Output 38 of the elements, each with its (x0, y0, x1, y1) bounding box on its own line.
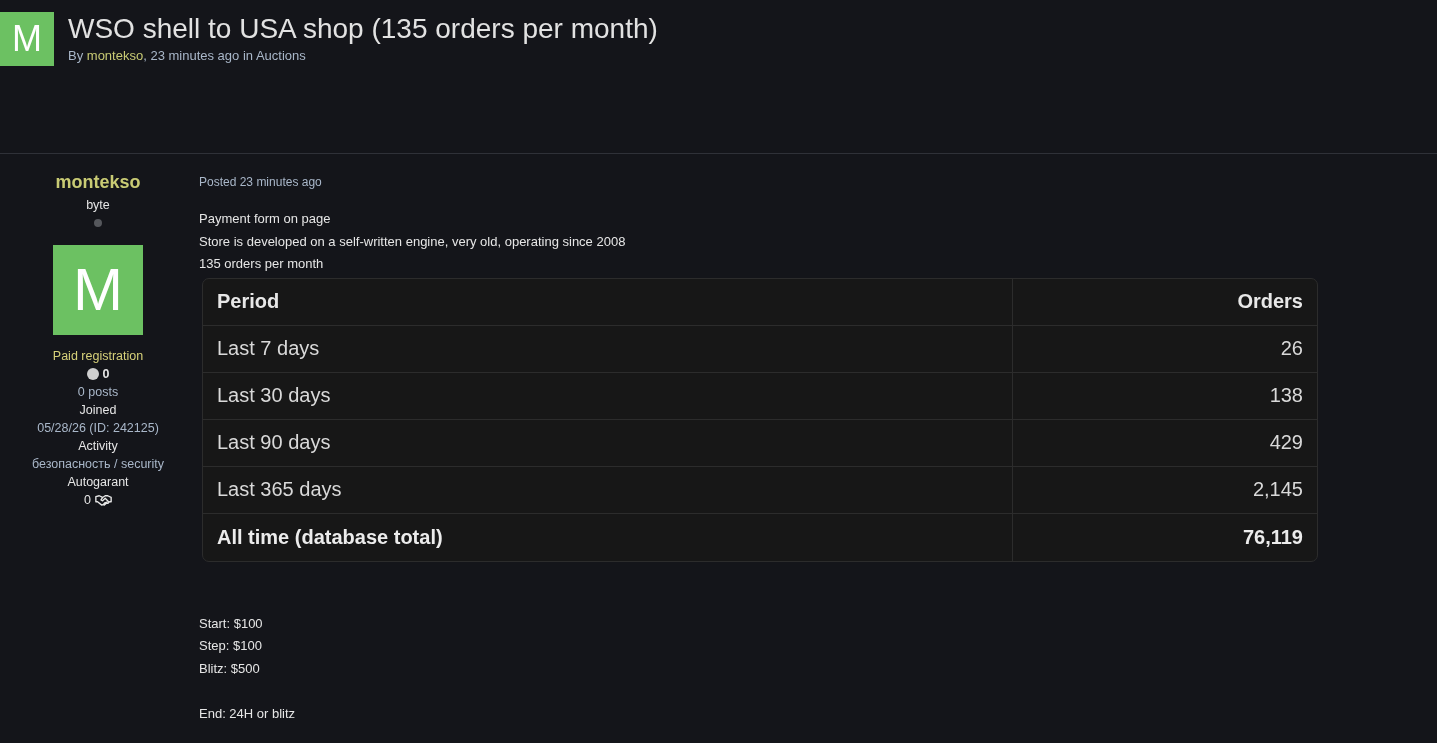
topic-byline: By montekso, 23 minutes ago in Auctions (68, 47, 307, 65)
post-text: 135 orders per month (199, 255, 324, 273)
avatar: M (53, 245, 143, 335)
column-header: Orders (1013, 278, 1317, 326)
table-cell: Last 365 days (203, 466, 1013, 514)
forum-link[interactable]: Auctions (255, 48, 306, 63)
post-text: Step: $100 (199, 637, 262, 655)
reputation-count: 0 (102, 366, 110, 383)
member-group: Paid registration (52, 347, 144, 365)
post-text: Blitz: $500 (199, 659, 260, 678)
table-cell: All time (database total) (203, 513, 1013, 561)
post-text: Payment form on page (199, 210, 331, 228)
table-cell: Last 7 days (203, 325, 1013, 373)
author-name[interactable]: montekso (55, 171, 141, 193)
field-value: 05/28/26 (ID: 242125) (37, 420, 159, 437)
post-timestamp: Posted 23 minutes ago (199, 174, 322, 191)
table-cell: 429 (1013, 419, 1317, 467)
post-text: End: 24H or blitz (199, 704, 296, 723)
topic-title: WSO shell to USA shop (135 orders per month) (68, 12, 658, 46)
post-count: 0 posts (77, 384, 119, 401)
field-value: 0 (84, 492, 91, 509)
table-cell: Last 30 days (203, 372, 1013, 420)
table-cell: 2,145 (1013, 466, 1317, 514)
field-value: безопасность / security (31, 456, 164, 473)
handshake-icon (94, 494, 112, 506)
post-text: Start: $100 (199, 614, 263, 633)
field-label: Autogarant (67, 474, 129, 491)
table-cell: 26 (1013, 325, 1317, 373)
field-label: Joined (79, 402, 117, 419)
post-text: Store is developed on a self-written engine, very old, operating since 2008 (199, 232, 626, 251)
member-rank: byte (86, 197, 110, 214)
table-cell: 138 (1013, 372, 1317, 420)
table-cell-text: 76,119 (1241, 524, 1304, 550)
reputation-dot-icon (86, 368, 99, 380)
field-label: Activity (78, 438, 118, 455)
avatar: M (0, 12, 54, 66)
column-header: Period (203, 278, 1013, 326)
table-cell: Last 90 days (203, 419, 1013, 467)
